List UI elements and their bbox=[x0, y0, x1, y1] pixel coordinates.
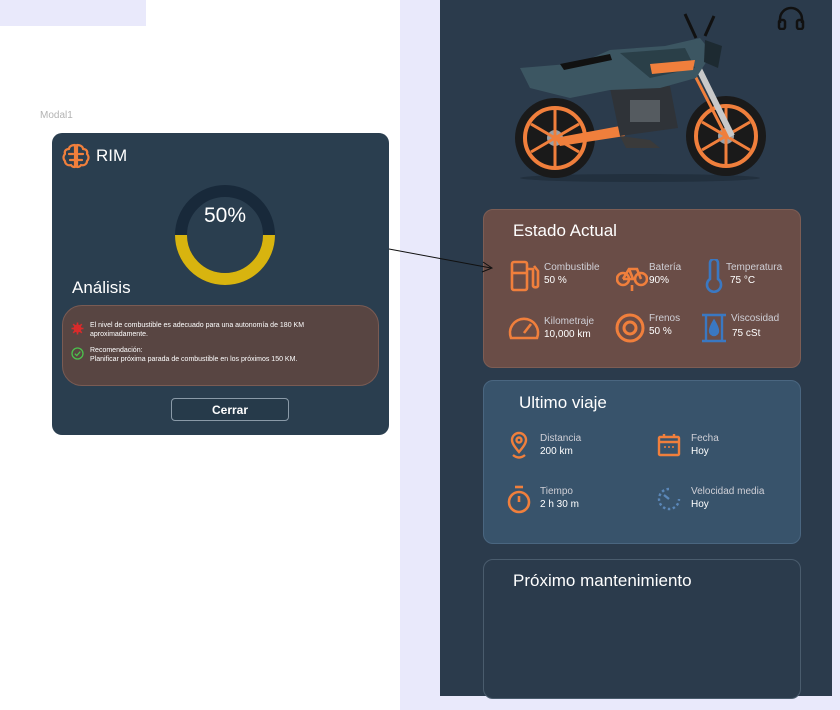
location-pin-icon bbox=[510, 431, 528, 459]
motorcycle-image bbox=[515, 13, 766, 182]
trip-label: Velocidad media bbox=[691, 486, 765, 497]
proximo-mantenimiento-card: Próximo mantenimiento bbox=[483, 559, 801, 699]
thermometer-icon bbox=[705, 259, 723, 293]
close-button[interactable]: Cerrar bbox=[171, 398, 289, 421]
headset-icon[interactable] bbox=[777, 6, 805, 30]
modal-title: RIM bbox=[96, 146, 128, 165]
stat-label: Temperatura bbox=[726, 262, 783, 273]
estado-actual-card: Estado Actual Combustible 50 % Batería 9… bbox=[483, 209, 801, 368]
stat-label: Combustible bbox=[544, 262, 600, 273]
trip-value: 200 km bbox=[540, 446, 573, 457]
calendar-icon bbox=[657, 434, 681, 457]
brain-icon bbox=[62, 143, 90, 169]
viaje-title: Ultimo viaje bbox=[519, 393, 607, 412]
stat-value: 50 % bbox=[649, 326, 672, 337]
stat-label: Batería bbox=[649, 262, 682, 273]
mantenimiento-title: Próximo mantenimiento bbox=[513, 571, 692, 590]
stopwatch-icon bbox=[507, 485, 531, 514]
viscosity-icon bbox=[702, 313, 726, 343]
speed-gauge-icon bbox=[657, 487, 681, 511]
analysis-message-recommendation: Recomendación: Planificar próxima parada… bbox=[71, 347, 297, 364]
modal-brand: RIM bbox=[62, 143, 127, 169]
analysis-message-fuel: El nivel de combustible es adecuado para… bbox=[71, 322, 304, 339]
analysis-message-text: El nivel de combustible es adecuado para… bbox=[90, 322, 305, 338]
stat-value: 90% bbox=[649, 275, 670, 286]
stat-value: 50 % bbox=[544, 275, 567, 286]
trip-label: Distancia bbox=[540, 433, 582, 444]
stat-label: Kilometraje bbox=[544, 316, 595, 327]
analysis-heading: Análisis bbox=[72, 278, 131, 297]
analysis-recommendation-text: Recomendación: Planificar próxima parada… bbox=[90, 347, 298, 363]
stat-value: 75 °C bbox=[730, 275, 756, 286]
stat-label: Frenos bbox=[649, 313, 681, 324]
estado-title: Estado Actual bbox=[513, 221, 617, 240]
top-left-placeholder bbox=[0, 0, 146, 26]
trip-value: 2 h 30 m bbox=[540, 499, 579, 510]
ultimo-viaje-card: Ultimo viaje Distancia 200 km Fecha Hoy … bbox=[483, 380, 801, 544]
alert-icon bbox=[71, 322, 84, 335]
stat-label: Viscosidad bbox=[731, 313, 780, 324]
trip-label: Fecha bbox=[691, 433, 719, 444]
analysis-box: El nivel de combustible es adecuado para… bbox=[62, 305, 379, 386]
trip-value: Hoy bbox=[691, 499, 709, 510]
trip-value: Hoy bbox=[691, 446, 709, 457]
fuel-pump-icon bbox=[510, 260, 540, 292]
frame-label: Modal1 bbox=[40, 110, 73, 121]
check-circle-icon bbox=[71, 347, 84, 360]
dashboard-screen: Estado Actual Combustible 50 % Batería 9… bbox=[440, 0, 832, 699]
trip-label: Tiempo bbox=[540, 486, 573, 497]
rim-modal: RIM 50% Análisis El nivel de combustible… bbox=[52, 133, 389, 435]
gauge-value: 50% bbox=[203, 204, 247, 227]
speedometer-icon bbox=[508, 317, 540, 340]
stat-value: 75 cSt bbox=[732, 328, 761, 339]
bicycle-icon bbox=[616, 267, 648, 291]
brake-disc-icon bbox=[615, 313, 645, 343]
stat-value: 10,000 km bbox=[544, 329, 591, 340]
